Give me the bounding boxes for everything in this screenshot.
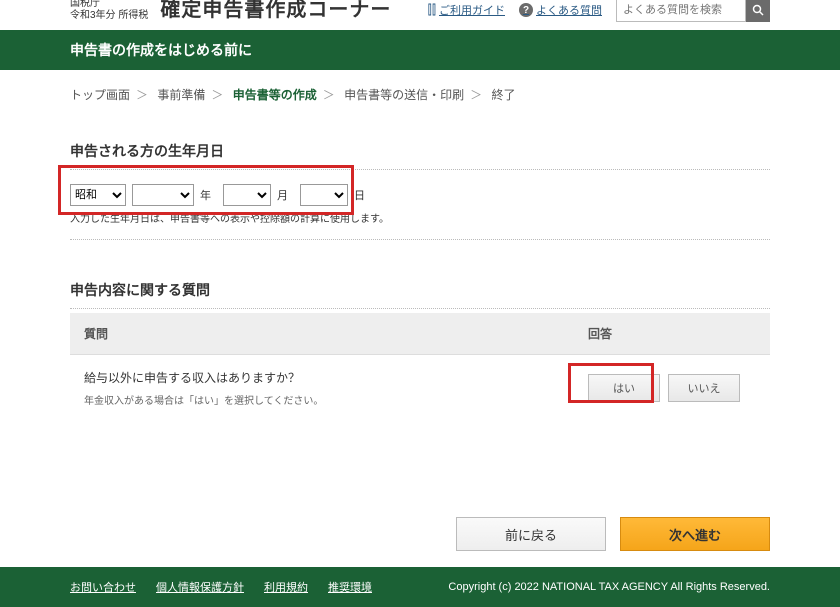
guide-link[interactable]: ⫿⫿ ご利用ガイド <box>428 2 505 18</box>
next-button[interactable]: 次へ進む <box>620 517 770 551</box>
col-question: 質問 <box>70 313 574 355</box>
agency-label: 国税庁 <box>70 0 148 10</box>
breadcrumb-item[interactable]: 申告書等の送信・印刷 <box>344 88 464 102</box>
dob-title: 申告される方の生年月日 <box>70 141 770 161</box>
search-input[interactable] <box>616 0 746 22</box>
breadcrumb-item-active: 申告書等の作成 <box>233 88 317 102</box>
question-icon: ? <box>519 3 533 17</box>
month-select[interactable] <box>223 184 271 206</box>
yes-button[interactable]: はい <box>588 374 660 402</box>
footer-link[interactable]: お問い合わせ <box>70 579 136 595</box>
faq-link[interactable]: ? よくある質問 <box>519 2 602 18</box>
dob-note: 入力した生年月日は、申告書等への表示や控除額の計算に使用します。 <box>70 210 770 225</box>
breadcrumb-item[interactable]: トップ画面 <box>70 88 130 102</box>
footer-link[interactable]: 個人情報保護方針 <box>156 579 244 595</box>
footer-link[interactable]: 推奨環境 <box>328 579 372 595</box>
month-unit: 月 <box>277 187 288 203</box>
page-title: 確定申告書作成コーナー <box>160 0 391 22</box>
day-unit: 日 <box>354 187 365 203</box>
qa-title: 申告内容に関する質問 <box>70 280 770 300</box>
section-bar: 申告書の作成をはじめる前に <box>0 30 840 70</box>
guide-link-label: ご利用ガイド <box>439 2 505 18</box>
back-button[interactable]: 前に戻る <box>456 517 606 551</box>
search-button[interactable] <box>746 0 770 22</box>
question-text: 給与以外に申告する収入はありますか？ <box>84 369 560 386</box>
no-button[interactable]: いいえ <box>668 374 740 402</box>
breadcrumb-item: 終了 <box>492 88 516 102</box>
copyright: Copyright (c) 2022 NATIONAL TAX AGENCY A… <box>448 581 770 593</box>
book-icon: ⫿⫿ <box>428 2 436 18</box>
breadcrumb-item[interactable]: 事前準備 <box>157 88 205 102</box>
breadcrumb: トップ画面＞ 事前準備＞ 申告書等の作成＞ 申告書等の送信・印刷＞ 終了 <box>0 70 840 111</box>
footer-link[interactable]: 利用規約 <box>264 579 308 595</box>
year-tax-label: 令和3年分 所得税 <box>70 10 148 22</box>
faq-link-label: よくある質問 <box>536 2 602 18</box>
table-row: 給与以外に申告する収入はありますか？ 年金収入がある場合は「はい」を選択してくだ… <box>70 355 770 422</box>
year-select[interactable] <box>132 184 194 206</box>
day-select[interactable] <box>300 184 348 206</box>
col-answer: 回答 <box>574 313 770 355</box>
year-unit: 年 <box>200 187 211 203</box>
question-sub: 年金収入がある場合は「はい」を選択してください。 <box>84 392 560 407</box>
search-icon <box>752 4 764 16</box>
era-select[interactable]: 昭和 <box>70 184 126 206</box>
